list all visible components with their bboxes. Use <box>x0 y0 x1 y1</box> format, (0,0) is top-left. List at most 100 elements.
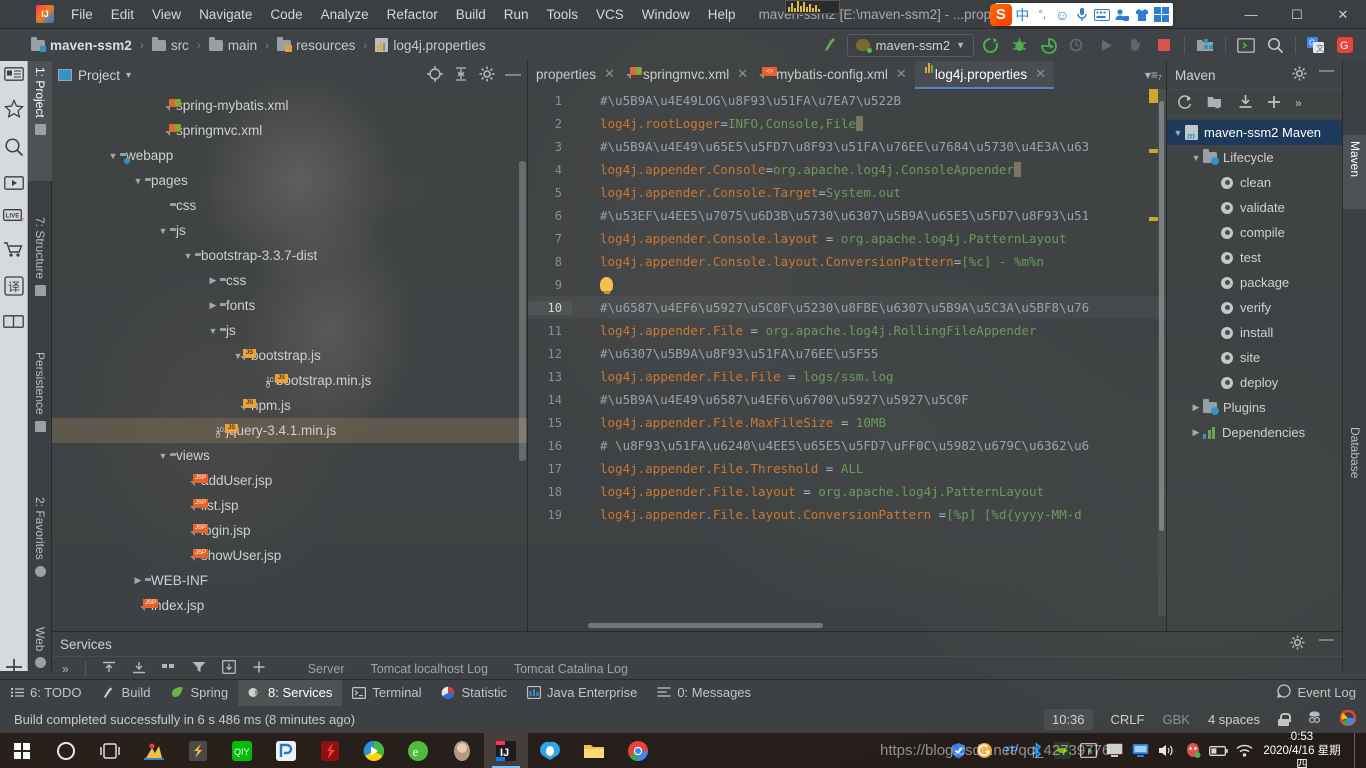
project-tree-item[interactable]: JSP showUser.jsp <box>52 543 527 568</box>
security-shield-icon[interactable] <box>949 741 968 760</box>
notes-icon[interactable] <box>3 67 25 81</box>
project-tree-item[interactable]: springmvc.xml <box>52 118 527 143</box>
battery-icon[interactable] <box>1209 741 1228 760</box>
ime-language-chinese-icon[interactable]: 中 <box>1013 5 1032 24</box>
more-actions-icon[interactable]: » <box>1295 96 1302 110</box>
sidebar-item-structure[interactable]: 7: Structure <box>28 211 52 331</box>
breadcrumb-item-2[interactable]: main <box>206 36 260 55</box>
unlocked-icon[interactable] <box>1278 712 1291 726</box>
360browser-icon[interactable]: e <box>396 733 440 768</box>
project-tree-item[interactable]: 101 0 JS bootstrap.min.js <box>52 368 527 393</box>
editor-horizontal-scrollbar[interactable] <box>588 623 823 628</box>
bottom-tab-java-enterprise[interactable]: Java Enterprise <box>517 680 647 706</box>
project-tree-item[interactable]: ▼ webapp <box>52 143 527 168</box>
chrome-icon[interactable]: G <box>1332 33 1358 57</box>
chevron-down-icon[interactable]: ▼ <box>156 226 170 236</box>
add-icon[interactable] <box>3 657 25 677</box>
menu-item-navigate[interactable]: Navigate <box>190 3 261 26</box>
sidebar-item-database[interactable]: Database <box>1343 421 1366 517</box>
maven-tree-item[interactable]: ▼ Lifecycle <box>1167 145 1342 170</box>
project-structure-icon[interactable] <box>1192 33 1218 57</box>
bottom-tab-8-services[interactable]: 8: Services <box>238 679 343 706</box>
star-icon[interactable] <box>3 99 25 119</box>
menu-item-file[interactable]: File <box>62 3 102 26</box>
project-tree-item[interactable]: ▼ js <box>52 218 527 243</box>
close-button[interactable]: ✕ <box>1320 0 1366 29</box>
display-icon[interactable] <box>1105 741 1124 760</box>
indent-setting[interactable]: 4 spaces <box>1208 712 1260 727</box>
ime-keyboard-icon[interactable] <box>1092 5 1111 24</box>
ime-user-icon[interactable] <box>1112 5 1131 24</box>
bottom-tab-statistic[interactable]: Statistic <box>431 680 517 706</box>
translate-cn-icon[interactable]: 译 <box>3 276 25 296</box>
collapse-all-icon[interactable] <box>453 66 469 85</box>
project-tree-item[interactable]: ▶ WEB-INF <box>52 568 527 593</box>
terminal-icon[interactable] <box>1233 33 1259 57</box>
menu-item-help[interactable]: Help <box>699 3 745 26</box>
file-explorer-icon[interactable] <box>572 733 616 768</box>
project-view-chevron-down-icon[interactable]: ▾ <box>126 70 131 81</box>
maven-tree-item[interactable]: ▶ Dependencies <box>1167 420 1342 445</box>
google-icon[interactable] <box>1339 709 1357 729</box>
project-tree-item[interactable]: ▼ JS bootstrap.js <box>52 343 527 368</box>
editor-tab-properties[interactable]: properties ✕ <box>528 61 623 89</box>
file-encoding[interactable]: GBK <box>1162 712 1189 727</box>
sogou-logo-icon[interactable]: S <box>990 3 1012 26</box>
qq-browser-icon[interactable] <box>528 733 572 768</box>
chevron-right-icon[interactable]: ▶ <box>206 300 220 311</box>
chevron-down-icon[interactable]: ▼ <box>181 251 195 261</box>
expand-services-icon[interactable]: » <box>62 662 69 676</box>
bottom-tab-0-messages[interactable]: 0: Messages <box>647 680 761 706</box>
project-tree-item[interactable]: JSP index.jsp <box>52 593 527 618</box>
chevron-right-icon[interactable]: ▶ <box>131 575 145 586</box>
ime-punctuation-icon[interactable]: °, <box>1033 5 1052 24</box>
scroll-to-bottom-icon[interactable] <box>132 661 146 677</box>
project-tree-item[interactable]: ▼ bootstrap-3.3.7-dist <box>52 243 527 268</box>
iqiyi-icon[interactable]: QIY <box>220 733 264 768</box>
task-view-icon[interactable] <box>88 733 132 768</box>
chevron-down-icon[interactable]: ▼ <box>106 151 120 161</box>
maven-tree-item[interactable]: site <box>1167 345 1342 370</box>
stop-icon[interactable] <box>1151 33 1177 57</box>
close-tab-icon[interactable]: ✕ <box>896 66 907 82</box>
maven-tree-item[interactable]: ▼ maven-ssm2 Maven <box>1167 120 1342 145</box>
breadcrumb-item-0[interactable]: maven-ssm2 <box>28 36 135 55</box>
menu-item-window[interactable]: Window <box>633 3 699 26</box>
inspector-icon[interactable] <box>1307 710 1322 729</box>
close-tab-icon[interactable]: ✕ <box>737 66 748 82</box>
chevron-down-icon[interactable]: ▼ <box>206 326 220 336</box>
project-tree[interactable]: spring-mybatis.xml springmvc.xml ▼ webapp ▼ p… <box>52 89 527 618</box>
ime-mic-icon[interactable] <box>1073 5 1092 24</box>
360-icon[interactable] <box>975 741 994 760</box>
google-translate-icon[interactable]: G文 <box>1303 33 1329 57</box>
project-tree-item[interactable]: ▶ css <box>52 268 527 293</box>
download-sources-icon[interactable] <box>1238 94 1253 112</box>
services-item[interactable]: Tomcat localhost Log <box>371 662 488 676</box>
code-editor[interactable]: 1 #\u5B9A\u4E49LOG\u8F93\u51FA\u7EA7\u522… <box>528 89 1166 616</box>
ime-apps-icon[interactable] <box>1152 5 1171 24</box>
bottom-tab-6-todo[interactable]: 6: TODO <box>0 680 92 706</box>
event-log-button[interactable]: Event Log <box>1277 684 1366 701</box>
show-desktop-button[interactable] <box>1354 733 1362 768</box>
group-icon[interactable] <box>161 662 176 676</box>
sidebar-item-project[interactable]: 1: Project <box>28 61 52 181</box>
editor-vertical-scrollbar[interactable] <box>1159 101 1164 531</box>
add-service-icon[interactable] <box>252 660 266 677</box>
editor-tab-mybatis-config-xml[interactable]: <> mybatis-config.xml ✕ <box>756 61 915 89</box>
locate-icon[interactable] <box>427 65 443 85</box>
maven-tree-item[interactable]: install <box>1167 320 1342 345</box>
bottom-tab-build[interactable]: Build <box>92 680 161 706</box>
maven-tree-item[interactable]: deploy <box>1167 370 1342 395</box>
ime-skin-shirt-icon[interactable] <box>1132 5 1151 24</box>
photos-icon[interactable] <box>440 733 484 768</box>
menu-item-run[interactable]: Run <box>495 3 538 26</box>
bottom-tab-terminal[interactable]: Terminal <box>342 680 431 706</box>
menu-item-build[interactable]: Build <box>447 3 495 26</box>
menu-item-edit[interactable]: Edit <box>102 3 143 26</box>
project-tree-item[interactable]: ▼ js <box>52 318 527 343</box>
chevron-right-icon[interactable]: ▶ <box>1189 402 1203 413</box>
project-tree-item[interactable]: ▼ pages <box>52 168 527 193</box>
nvidia-icon[interactable] <box>1053 741 1072 760</box>
gear-icon[interactable] <box>479 66 495 85</box>
line-separator[interactable]: CRLF <box>1111 712 1145 727</box>
